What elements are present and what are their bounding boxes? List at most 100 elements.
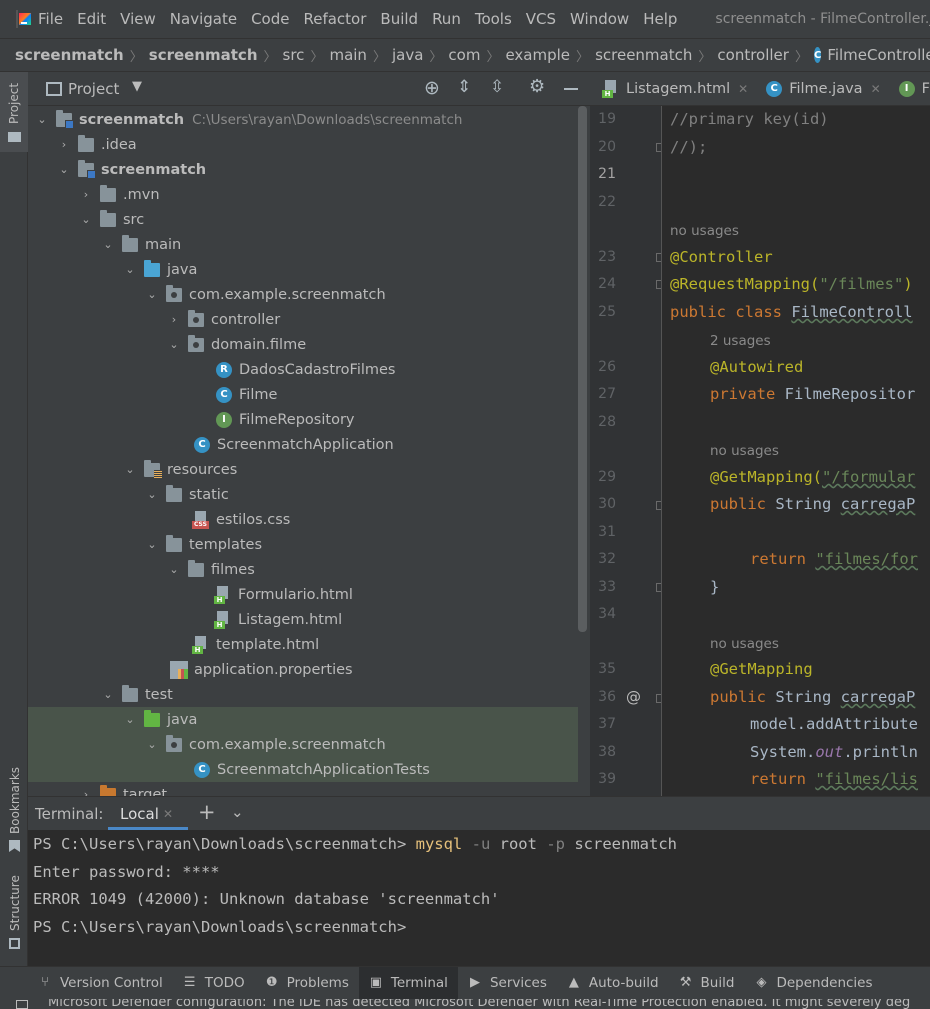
tab-filme-java[interactable]: C Filme.java ✕ — [766, 80, 881, 97]
menu-code[interactable]: Code — [251, 10, 289, 28]
collapse-all-icon[interactable]: ⇳ — [490, 77, 504, 97]
tree-row[interactable]: C Filme — [28, 382, 578, 407]
tree-row[interactable]: ⌄ src — [28, 207, 578, 232]
version-control-button[interactable]: ⑂ Version Control — [28, 967, 173, 999]
breadcrumb-item[interactable]: com — [448, 46, 480, 64]
terminal-output[interactable]: PS C:\Users\rayan\Downloads\screenmatch>… — [28, 830, 930, 966]
breadcrumb-item[interactable]: example — [505, 46, 570, 64]
strip-project-button[interactable]: Project — [0, 72, 28, 152]
menu-edit[interactable]: Edit — [77, 10, 106, 28]
tree-row[interactable]: template.html — [28, 632, 578, 657]
tree-row[interactable]: R DadosCadastroFilmes — [28, 357, 578, 382]
tree-row-root[interactable]: ⌄ screenmatch C:\Users\rayan\Downloads\s… — [28, 107, 578, 132]
tree-row[interactable]: estilos.css — [28, 507, 578, 532]
tree-row[interactable]: › .idea — [28, 132, 578, 157]
tree-row[interactable]: › controller — [28, 307, 578, 332]
tree-row[interactable]: ⌄ screenmatch — [28, 157, 578, 182]
build-button[interactable]: ⚒ Build — [669, 967, 745, 999]
tree-label: FilmeRepository — [239, 411, 355, 428]
tree-row[interactable]: C ScreenmatchApplication — [28, 432, 578, 457]
expand-all-icon[interactable]: ⇕ — [457, 77, 471, 97]
tab-listagem-html[interactable]: Listagem.html ✕ — [602, 79, 748, 98]
breadcrumb-item[interactable]: src — [283, 46, 305, 64]
status-toggle-icon[interactable] — [16, 1000, 28, 1009]
tree-row[interactable]: Listagem.html — [28, 607, 578, 632]
breadcrumb-item[interactable]: java — [392, 46, 423, 64]
problems-button[interactable]: ❶ Problems — [255, 967, 359, 999]
tree-label: domain.filme — [211, 336, 307, 353]
tree-row[interactable]: ⌄ static — [28, 482, 578, 507]
code-editor[interactable]: //primary key(id) //); no usages @Contro… — [663, 106, 930, 796]
gear-icon[interactable]: ⚙ — [529, 76, 545, 97]
locate-icon[interactable]: ⊕ — [424, 77, 440, 99]
menu-run[interactable]: Run — [432, 10, 461, 28]
breadcrumb-item[interactable]: controller — [717, 46, 789, 64]
tab-filme-repository[interactable]: I Filr — [898, 80, 930, 97]
close-icon[interactable]: ✕ — [163, 807, 173, 821]
fold-icon[interactable] — [656, 694, 661, 703]
close-icon[interactable]: ✕ — [738, 82, 748, 96]
fold-icon[interactable] — [656, 583, 661, 592]
bean-usage-icon[interactable]: @ — [626, 688, 641, 706]
usage-hint[interactable]: no usages — [670, 223, 739, 239]
menu-navigate[interactable]: Navigate — [170, 10, 237, 28]
tree-row[interactable]: I FilmeRepository — [28, 407, 578, 432]
tree-row[interactable]: ⌄ domain.filme — [28, 332, 578, 357]
menu-view[interactable]: View — [120, 10, 156, 28]
close-icon[interactable]: ✕ — [871, 82, 881, 96]
breadcrumb-current[interactable]: FilmeController — [827, 46, 930, 64]
usage-hint[interactable]: no usages — [710, 443, 779, 459]
line-number: 24 — [598, 276, 616, 292]
strip-bookmarks-button[interactable]: Bookmarks — [0, 760, 28, 860]
usage-hint[interactable]: no usages — [710, 636, 779, 652]
breadcrumb-item[interactable]: main — [329, 46, 366, 64]
tree-row[interactable]: › .mvn — [28, 182, 578, 207]
breadcrumb-item[interactable]: screenmatch — [595, 46, 692, 64]
hammer-icon: ⚒ — [679, 975, 692, 990]
menu-vcs[interactable]: VCS — [526, 10, 556, 28]
dependencies-button[interactable]: ◈ Dependencies — [744, 967, 882, 999]
tree-scrollbar[interactable] — [578, 106, 587, 632]
menu-help[interactable]: Help — [643, 10, 677, 28]
fold-icon[interactable] — [656, 253, 661, 262]
chevron-down-icon[interactable]: ⌄ — [231, 803, 244, 821]
status-message[interactable]: Microsoft Defender configuration: The ID… — [48, 999, 910, 1009]
tree-row[interactable]: C ScreenmatchApplicationTests — [28, 757, 578, 782]
usage-hint[interactable]: 2 usages — [710, 333, 771, 349]
tree-row[interactable]: ⌄ filmes — [28, 557, 578, 582]
tree-row[interactable]: ⌄ com.example.screenmatch — [28, 732, 578, 757]
tab-local[interactable]: Local — [120, 805, 159, 823]
fold-icon[interactable] — [656, 280, 661, 289]
tree-row[interactable]: ⌄ resources — [28, 457, 578, 482]
terminal-button[interactable]: ▣ Terminal — [358, 967, 458, 999]
menu-tools[interactable]: Tools — [475, 10, 512, 28]
todo-button[interactable]: ☰ TODO — [173, 967, 255, 999]
menu-build[interactable]: Build — [380, 10, 418, 28]
strip-structure-button[interactable]: Structure — [0, 875, 28, 965]
tree-row[interactable]: Formulario.html — [28, 582, 578, 607]
module-folder-icon — [56, 109, 74, 129]
fold-icon[interactable] — [656, 143, 661, 152]
menu-refactor[interactable]: Refactor — [303, 10, 366, 28]
project-panel-title[interactable]: Project — [68, 80, 119, 98]
auto-build-button[interactable]: ▲ Auto-build — [557, 967, 669, 999]
tree-row[interactable]: application.properties — [28, 657, 578, 682]
hide-icon[interactable] — [564, 88, 578, 90]
tree-row[interactable]: ⌄ main — [28, 232, 578, 257]
services-button[interactable]: ▶ Services — [458, 967, 557, 999]
tree-row[interactable]: › target — [28, 782, 578, 796]
tree-row[interactable]: ⌄ com.example.screenmatch — [28, 282, 578, 307]
breadcrumb-item[interactable]: screenmatch — [149, 46, 258, 64]
tree-row[interactable]: ⌄ test — [28, 682, 578, 707]
class-icon: C — [766, 80, 783, 97]
tree-row[interactable]: ⌄ java — [28, 707, 578, 732]
menu-file[interactable]: File — [38, 10, 63, 28]
breadcrumb-item[interactable]: screenmatch — [15, 46, 124, 64]
fold-icon[interactable] — [656, 501, 661, 510]
tree-row[interactable]: ⌄ templates — [28, 532, 578, 557]
chevron-down-icon[interactable]: ▼ — [132, 79, 142, 94]
plus-icon[interactable]: + — [198, 800, 216, 824]
line-number: 38 — [598, 744, 616, 760]
menu-window[interactable]: Window — [570, 10, 629, 28]
tree-row[interactable]: ⌄ java — [28, 257, 578, 282]
